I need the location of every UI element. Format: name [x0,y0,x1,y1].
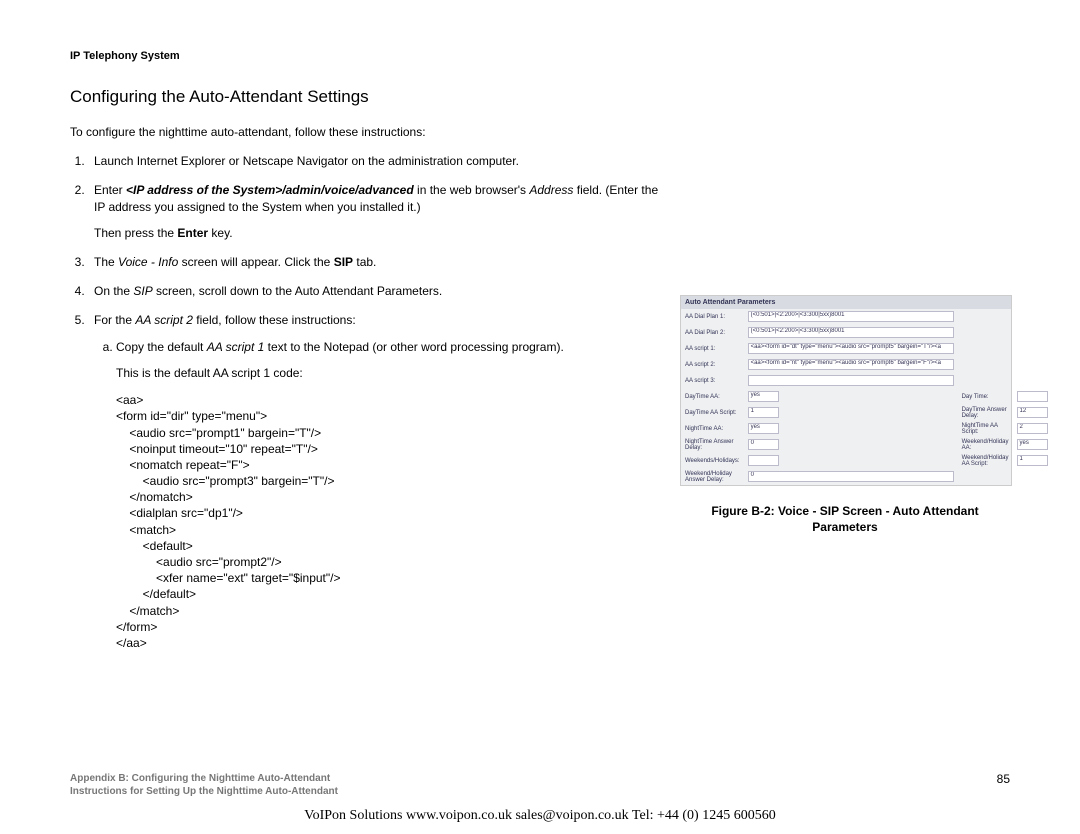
t: Copy the default [116,340,207,354]
document-header: IP Telephony System [70,50,1010,62]
t: text to the Notepad (or other word proce… [264,340,563,354]
t: Parameters [812,520,877,534]
figure-caption: Figure B-2: Voice - SIP Screen - Auto At… [680,504,1010,535]
t: SIP [133,284,152,298]
figure-screenshot: Auto Attendant Parameters AA Dial Plan 1… [680,295,1012,486]
steps-list: Launch Internet Explorer or Netscape Nav… [88,153,660,651]
t: tab. [353,255,376,269]
t: screen, scroll down to the Auto Attendan… [153,284,443,298]
t: The [94,255,118,269]
section-title: Configuring the Auto-Attendant Settings [70,87,1010,107]
t: <IP address of the System>/admin/voice/a… [126,183,414,197]
t: Figure B-2: Voice - SIP Screen - Auto At… [711,504,978,518]
code-caption: This is the default AA script 1 code: [116,365,660,382]
t: Address [529,183,573,197]
t: Enter [94,183,126,197]
step-4: On the SIP screen, scroll down to the Au… [88,283,660,300]
t: in the web browser's [414,183,530,197]
intro-text: To configure the nighttime auto-attendan… [70,125,660,139]
footer-line1: Appendix B: Configuring the Nighttime Au… [70,772,338,785]
vendor-footer: VoIPon Solutions www.voipon.co.uk sales@… [0,808,1080,824]
t: AA script 2 [135,313,193,327]
step-1: Launch Internet Explorer or Netscape Nav… [88,153,660,170]
t: AA script 1 [207,340,265,354]
t: On the [94,284,133,298]
step-3: The Voice - Info screen will appear. Cli… [88,254,660,271]
t: field, follow these instructions: [193,313,356,327]
step-2: Enter <IP address of the System>/admin/v… [88,182,660,242]
page-number: 85 [997,772,1010,798]
t: Then press the [94,226,177,240]
step-1-text: Launch Internet Explorer or Netscape Nav… [94,154,519,168]
t: screen will appear. Click the [178,255,333,269]
t: For the [94,313,135,327]
t: Voice - Info [118,255,178,269]
figure-table: AA Dial Plan 1:(<0:501>|<2:200>|<3:300|5… [681,309,1052,485]
code-block: <aa> <form id="dir" type="menu"> <audio … [116,392,660,651]
footer-line2: Instructions for Setting Up the Nighttim… [70,785,338,798]
t: SIP [334,255,353,269]
t: key. [208,226,232,240]
step-5: For the AA script 2 field, follow these … [88,312,660,651]
figure-header: Auto Attendant Parameters [681,296,1011,309]
t: Enter [177,226,208,240]
step-5a: Copy the default AA script 1 text to the… [116,339,660,652]
page-footer: Appendix B: Configuring the Nighttime Au… [70,772,1010,798]
